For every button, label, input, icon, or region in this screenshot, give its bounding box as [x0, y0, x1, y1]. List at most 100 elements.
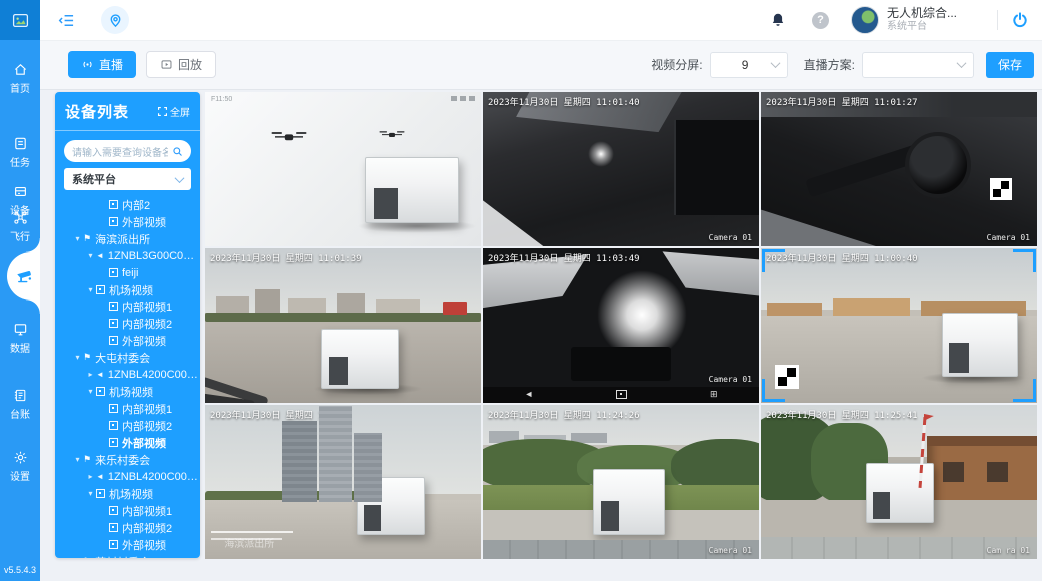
tree-item-label: 机场视频: [109, 486, 153, 502]
video-cell-1[interactable]: F11:50: [205, 92, 481, 246]
scene-railing: [211, 531, 294, 533]
sidebar-item-settings[interactable]: 设置: [0, 450, 40, 483]
video-cell-8[interactable]: 2023年11月30日 星期四 11:24:26 Camera 01: [483, 405, 759, 559]
live-plan-select[interactable]: [862, 52, 974, 78]
snapshot-icon[interactable]: [616, 390, 627, 399]
sidebar-item-home[interactable]: 首页: [0, 62, 40, 95]
tree-item[interactable]: ▾⚑海滨派出所: [55, 230, 200, 247]
caret-icon[interactable]: ▾: [85, 285, 96, 294]
drone-dock-box: [866, 463, 934, 523]
collapse-menu-icon: [58, 12, 75, 29]
tab-live[interactable]: 直播: [68, 51, 136, 78]
video-grid: F11:50: [205, 92, 1037, 559]
video-timestamp: 2023年11月30日 星期四 11:01:40: [488, 95, 640, 108]
video-cell-3[interactable]: 2023年11月30日 星期四 11:01:27 Camera 01: [761, 92, 1037, 246]
user-avatar[interactable]: [851, 6, 879, 34]
video-cell-9[interactable]: 2023年11月30日 星期四 11:25:41 Cam ra 01: [761, 405, 1037, 559]
scene-building: [255, 289, 280, 313]
logout-button[interactable]: [1012, 12, 1028, 28]
device-icon: [13, 184, 28, 199]
tree-item[interactable]: 内部2: [55, 196, 200, 213]
tree-item[interactable]: 外部视频: [55, 434, 200, 451]
sidebar-item-tasks[interactable]: 任务: [0, 136, 40, 169]
camera-name-label: Camera 01: [709, 546, 752, 555]
platform-select[interactable]: 系统平台: [64, 168, 191, 190]
tree-item-label: 外部视频: [122, 537, 166, 553]
tree-item[interactable]: 内部视频1: [55, 298, 200, 315]
sidebar-item-label: 设置: [10, 468, 30, 483]
caret-icon[interactable]: ▾: [85, 251, 96, 260]
caret-icon[interactable]: ▾: [72, 234, 83, 243]
sidebar-item-monitor-active[interactable]: [7, 252, 40, 300]
video-cell-7[interactable]: 2023年11月30日 星期四 11:0 海滨派出所: [205, 405, 481, 559]
tab-playback-label: 回放: [178, 56, 202, 73]
tree-item[interactable]: 外部视频: [55, 213, 200, 230]
tree-item[interactable]: ▾⚑大屯村委会: [55, 349, 200, 366]
tree-item[interactable]: feiji: [55, 264, 200, 281]
video-control-bar: ◄ ⊞: [483, 387, 759, 403]
tree-item[interactable]: ▸◄1ZNBL4200C00P7: [55, 366, 200, 383]
drone-icon: ◄: [96, 371, 104, 379]
split-screen-select[interactable]: 9: [710, 52, 788, 78]
tree-item[interactable]: ▾机场视频: [55, 281, 200, 298]
tree-item[interactable]: 外部视频: [55, 536, 200, 553]
sidebar-item-label: 设备: [10, 202, 30, 217]
video-cell-4[interactable]: 2023年11月30日 星期四 11:01:39: [205, 248, 481, 402]
caret-icon[interactable]: ▾: [72, 353, 83, 362]
app-logo[interactable]: [0, 0, 40, 40]
scene-building: [288, 298, 327, 313]
video-cell-5[interactable]: 2023年11月30日 星期四 11:03:49 Camera 01 ◄ ⊞: [483, 248, 759, 402]
map-location-button[interactable]: [101, 6, 129, 34]
sidebar-item-ledger[interactable]: 台账: [0, 388, 40, 421]
camera-name-label: Cam ra 01: [987, 546, 1030, 555]
tree-item[interactable]: 内部视频2: [55, 315, 200, 332]
caret-icon[interactable]: ▾: [72, 557, 83, 558]
tree-item[interactable]: ▸◄1ZNBL4200C00M7: [55, 468, 200, 485]
tree-item[interactable]: ▾⚑来乐村委会: [55, 451, 200, 468]
tree-item-label: 海滨派出所: [95, 231, 150, 247]
tree-item[interactable]: 内部视频1: [55, 400, 200, 417]
collapse-menu-button[interactable]: [58, 12, 75, 29]
drone-dock-box: [365, 157, 459, 223]
sidebar-item-data[interactable]: 数据: [0, 322, 40, 355]
device-search-input[interactable]: 请输入需要查询设备名称: [64, 140, 191, 162]
tree-item[interactable]: 内部视频2: [55, 519, 200, 536]
caret-icon[interactable]: ▾: [85, 387, 96, 396]
help-button[interactable]: ?: [812, 12, 829, 29]
tree-item[interactable]: 内部视频2: [55, 417, 200, 434]
tab-playback[interactable]: 回放: [146, 51, 216, 78]
caret-icon[interactable]: ▾: [85, 489, 96, 498]
scene-building: [216, 296, 249, 313]
expand-icon[interactable]: ⊞: [710, 390, 718, 399]
ledger-icon: [13, 388, 28, 403]
caret-icon[interactable]: ▸: [85, 370, 96, 379]
fullscreen-label: 全屏: [170, 104, 190, 119]
sidebar-item-device[interactable]: 设备: [0, 184, 40, 217]
user-info[interactable]: 无人机综合... 系统平台: [887, 7, 957, 32]
tree-item[interactable]: 外部视频: [55, 332, 200, 349]
scene-building: [833, 298, 910, 316]
video-timestamp: 2023年11月30日 星期四 11:00:40: [766, 251, 918, 264]
bell-icon: [770, 12, 786, 28]
video-cell-2[interactable]: 2023年11月30日 星期四 11:01:40 Camera 01: [483, 92, 759, 246]
video-cell-6-selected[interactable]: 2023年11月30日 星期四 11:00:40: [761, 248, 1037, 402]
caret-icon[interactable]: ▸: [85, 472, 96, 481]
ptz-control-icon[interactable]: ◄: [524, 390, 533, 399]
search-icon[interactable]: [172, 146, 183, 157]
scene-window: [943, 462, 964, 482]
tree-item[interactable]: ▾◄1ZNBL3G00C00WR: [55, 247, 200, 264]
tree-item-label: 苏村村委会: [95, 554, 150, 559]
tree-item[interactable]: ▾⚑苏村村委会: [55, 553, 200, 558]
tree-item[interactable]: 内部视频1: [55, 502, 200, 519]
tree-item-label: 内部视频1: [122, 401, 172, 417]
fullscreen-button[interactable]: 全屏: [158, 104, 190, 119]
scene-skyline: [205, 292, 481, 314]
site-icon: ⚑: [83, 353, 91, 362]
notifications-button[interactable]: [770, 12, 786, 28]
tree-item[interactable]: ▾ 机场视频: [55, 485, 200, 502]
caret-icon[interactable]: ▾: [72, 455, 83, 464]
drone-osd-text: F11:50: [211, 96, 232, 103]
save-button[interactable]: 保存: [986, 52, 1034, 78]
drone-icon: ◄: [96, 252, 104, 260]
tree-item[interactable]: ▾机场视频: [55, 383, 200, 400]
